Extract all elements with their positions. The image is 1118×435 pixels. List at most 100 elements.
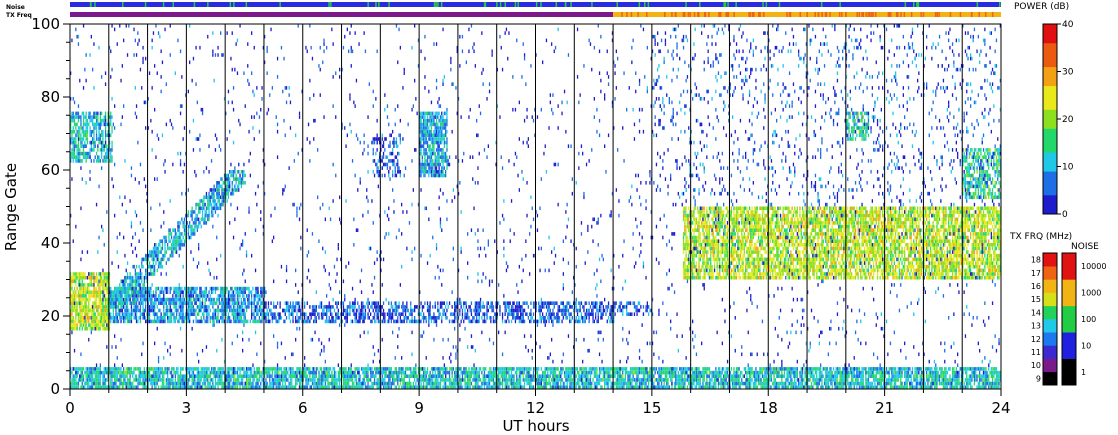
echo-cell bbox=[194, 308, 196, 313]
echo-cell bbox=[349, 378, 351, 382]
echo-cell bbox=[627, 370, 629, 375]
echo-cell bbox=[167, 367, 169, 371]
echo-cell bbox=[274, 316, 276, 320]
echo-cell bbox=[217, 378, 219, 382]
echo-cell bbox=[520, 381, 522, 386]
echo-cell bbox=[134, 301, 136, 305]
echo-cell bbox=[582, 385, 584, 389]
echo-cell bbox=[913, 378, 915, 382]
echo-cell bbox=[199, 286, 201, 291]
echo-cell bbox=[403, 381, 405, 386]
echo-cell bbox=[875, 378, 877, 382]
echo-cell bbox=[167, 385, 169, 389]
echo-cell bbox=[587, 374, 589, 378]
echo-cell bbox=[252, 312, 254, 316]
echo-cell bbox=[526, 378, 528, 382]
echo-cell bbox=[229, 316, 231, 320]
echo-cell bbox=[117, 370, 120, 375]
echo-cell bbox=[174, 308, 176, 313]
echo-cell bbox=[129, 385, 131, 389]
echo-cell bbox=[906, 378, 908, 382]
echo-cell bbox=[463, 378, 465, 382]
echo-cell bbox=[531, 385, 533, 389]
echo-cell bbox=[907, 367, 910, 371]
echo-cell bbox=[239, 385, 241, 389]
echo-cell bbox=[887, 381, 889, 386]
echo-cell bbox=[104, 308, 107, 313]
echo-cell bbox=[813, 367, 815, 371]
echo-cell bbox=[288, 381, 290, 386]
echo-cell bbox=[81, 326, 83, 331]
echo-cell bbox=[386, 381, 389, 386]
echo-cell bbox=[942, 381, 945, 386]
echo-cell bbox=[240, 305, 242, 309]
echo-cell bbox=[138, 374, 140, 378]
echo-cell bbox=[748, 370, 751, 375]
echo-cell bbox=[194, 378, 196, 382]
echo-cell bbox=[384, 370, 386, 375]
echo-cell bbox=[208, 312, 210, 316]
echo-cell bbox=[139, 370, 142, 375]
echo-cell bbox=[89, 294, 91, 298]
echo-cell bbox=[618, 370, 620, 375]
echo-cell bbox=[88, 283, 90, 287]
echo-cell bbox=[231, 286, 233, 291]
echo-cell bbox=[707, 374, 709, 378]
echo-cell bbox=[401, 378, 403, 382]
echo-cell bbox=[888, 378, 890, 382]
echo-cell bbox=[90, 275, 92, 280]
echo-cell bbox=[910, 378, 912, 382]
echo-cell bbox=[220, 294, 222, 298]
echo-cell bbox=[101, 297, 103, 302]
echo-cell bbox=[927, 374, 929, 378]
echo-cell bbox=[291, 381, 293, 386]
echo-cell bbox=[315, 385, 317, 389]
echo-cell bbox=[605, 378, 607, 382]
echo-cell bbox=[997, 378, 999, 382]
echo-cell bbox=[172, 294, 174, 298]
echo-cell bbox=[446, 385, 448, 389]
echo-cell bbox=[274, 312, 276, 316]
echo-cell bbox=[110, 319, 112, 324]
echo-cell bbox=[73, 275, 76, 280]
echo-cell bbox=[169, 378, 171, 382]
echo-cell bbox=[115, 290, 117, 294]
echo-cell bbox=[112, 381, 114, 386]
echo-cell bbox=[204, 301, 206, 305]
tx-strip-cell bbox=[646, 12, 648, 17]
echo-cell bbox=[698, 370, 700, 375]
echo-cell bbox=[617, 374, 619, 378]
echo-cell bbox=[545, 381, 548, 386]
echo-cell bbox=[148, 308, 151, 313]
echo-cell bbox=[114, 381, 116, 386]
echo-cell bbox=[668, 370, 670, 375]
echo-cell bbox=[260, 374, 262, 378]
echo-cell bbox=[476, 367, 478, 371]
echo-cell bbox=[174, 316, 176, 320]
echo-cell bbox=[460, 381, 462, 386]
echo-cell bbox=[232, 312, 235, 316]
echo-cell bbox=[465, 374, 467, 378]
echo-cell bbox=[814, 378, 817, 382]
echo-cell bbox=[284, 374, 286, 378]
echo-cell bbox=[523, 378, 526, 382]
echo-cell bbox=[254, 297, 257, 302]
echo-cell bbox=[284, 378, 286, 382]
echo-cell bbox=[252, 378, 254, 382]
echo-cell bbox=[104, 301, 107, 305]
echo-cell bbox=[826, 378, 828, 382]
echo-cell bbox=[86, 308, 89, 313]
echo-cell bbox=[606, 378, 608, 382]
echo-cell bbox=[543, 381, 545, 386]
echo-cell bbox=[174, 286, 176, 291]
echo-cell bbox=[988, 367, 990, 371]
echo-cell bbox=[770, 385, 773, 389]
echo-cell bbox=[917, 385, 919, 389]
echo-cell bbox=[703, 385, 705, 389]
echo-cell bbox=[196, 370, 198, 375]
echo-cell bbox=[243, 316, 245, 320]
echo-cell bbox=[676, 378, 678, 382]
echo-cell bbox=[285, 370, 288, 375]
echo-cell bbox=[852, 378, 854, 382]
echo-cell bbox=[897, 385, 899, 389]
